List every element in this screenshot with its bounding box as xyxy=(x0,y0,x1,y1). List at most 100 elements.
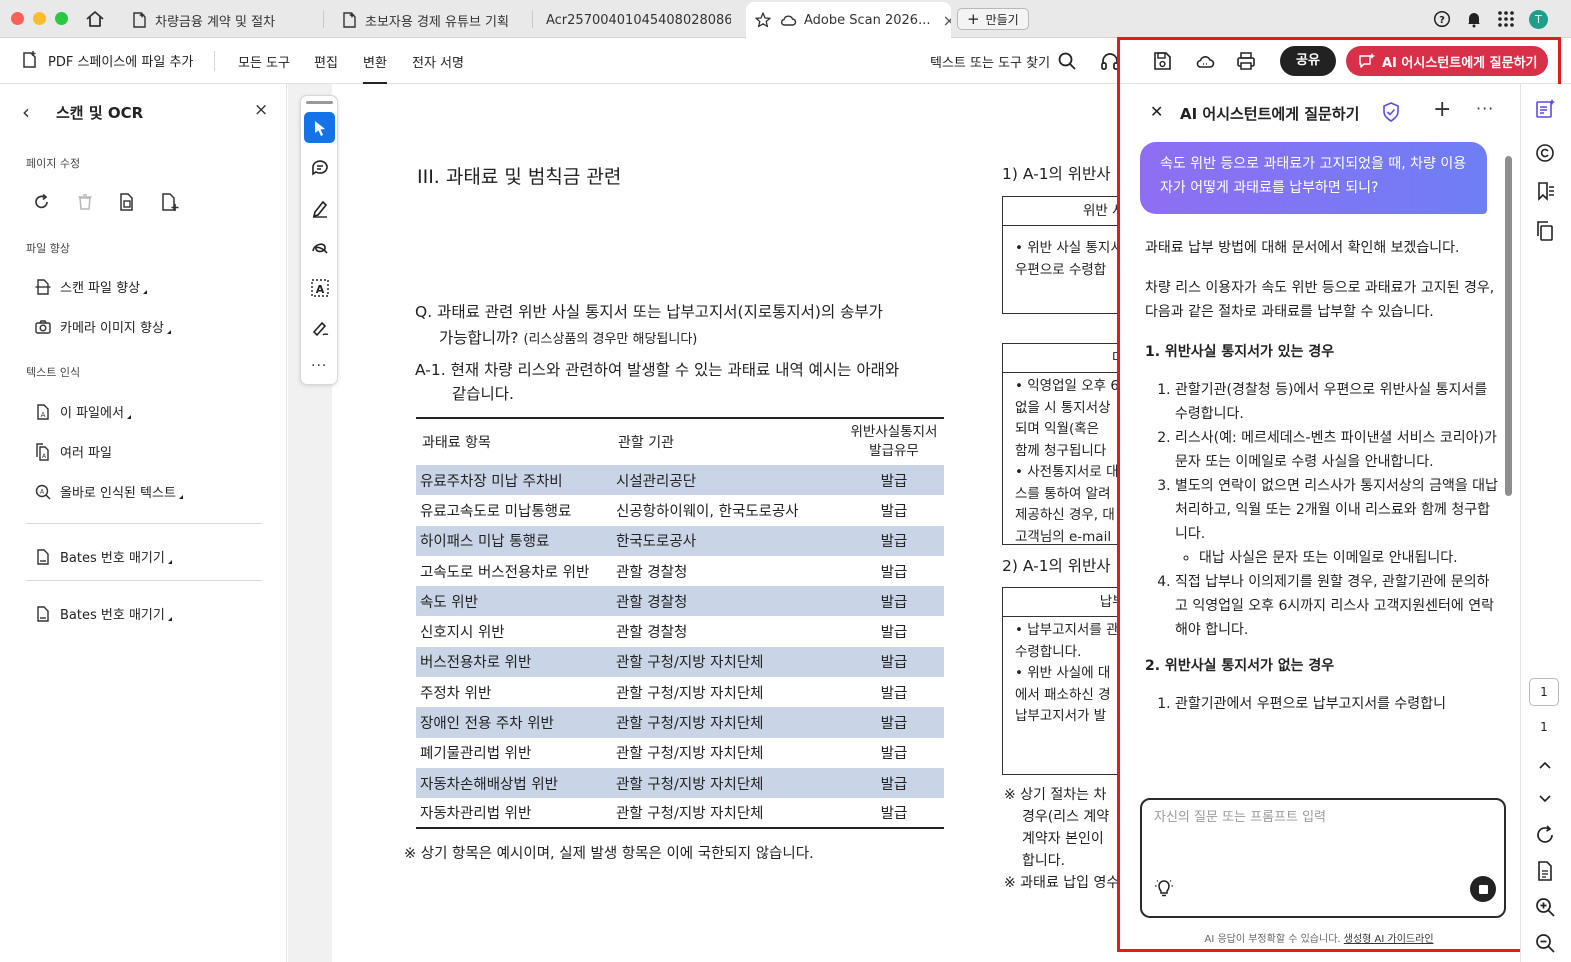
copy-pages-icon[interactable] xyxy=(1534,220,1556,242)
table-cell-issued: 발급 xyxy=(880,805,908,822)
enhance-scan-button[interactable]: 스캔 파일 향상 xyxy=(34,277,148,296)
table-footnote: ※ 상기 항목은 예시이며, 실제 발생 항목은 이에 국한되지 않습니다. xyxy=(404,846,814,862)
bates-numbering-button-2[interactable]: Bates 번호 매기기 xyxy=(34,604,172,623)
tab-economy-youtube[interactable]: 초보자용 경제 유튜브 기획 xyxy=(340,4,530,36)
maximize-window-button[interactable] xyxy=(55,12,68,25)
current-page-input[interactable]: 1 xyxy=(1529,678,1559,706)
table-cell-agency: 관할 구청/지방 자치단체 xyxy=(616,805,764,822)
genai-guidelines-link[interactable]: 생성형 AI 가이드라인 xyxy=(1344,934,1434,945)
select-tool-button[interactable] xyxy=(304,112,335,143)
find-tools-search[interactable]: 텍스트 또는 도구 찾기 xyxy=(930,52,1050,71)
print-icon[interactable] xyxy=(1235,50,1257,72)
table-cell-agency: 관할 경찰청 xyxy=(616,594,688,611)
response-step: 관할기관에서 우편으로 납부고지서를 수령합니 xyxy=(1175,692,1500,716)
table-row: 버스전용차로 위반 관할 구청/지방 자치단체 발급 xyxy=(416,646,944,678)
table-cell-agency: 관할 구청/지방 자치단체 xyxy=(616,716,764,733)
enhance-camera-button[interactable]: 카메라 이미지 향상 xyxy=(34,317,171,336)
table-cell-item: 폐기물관리법 위반 xyxy=(420,746,532,763)
bookmark-icon[interactable] xyxy=(1534,180,1556,202)
share-button[interactable]: 공유 xyxy=(1280,46,1336,76)
new-chat-icon[interactable]: + xyxy=(1433,97,1451,122)
response-step-text: 별도의 연락이 없으면 리스사가 통지서상의 금액을 대납 처리하고, 익월 또… xyxy=(1175,478,1498,542)
page-thumbnail-icon[interactable] xyxy=(1534,860,1556,882)
close-panel-icon[interactable]: × xyxy=(254,100,268,120)
save-icon[interactable] xyxy=(1151,50,1173,72)
box-text-line: 제공하신 경우, 대 xyxy=(1015,507,1115,523)
caret-icon xyxy=(143,289,148,294)
recognize-multiple-files-button[interactable]: A 여러 파일 xyxy=(34,442,112,461)
table-row: 하이패스 미납 통행료 한국도로공사 발급 xyxy=(416,525,944,556)
chevron-up-icon[interactable] xyxy=(1534,754,1556,776)
tab-adobe-scan[interactable]: Adobe Scan 2026... × xyxy=(746,2,951,38)
search-icon[interactable] xyxy=(1056,50,1078,72)
total-pages: 1 xyxy=(1540,720,1548,734)
box-text-line: 납부고지서가 발 xyxy=(1015,708,1107,724)
star-icon[interactable] xyxy=(754,11,772,29)
menu-all-tools[interactable]: 모든 도구 xyxy=(238,52,290,71)
tab-vehicle-finance[interactable]: 차량금융 계약 및 절차 xyxy=(130,4,315,36)
bell-icon[interactable] xyxy=(1465,10,1483,28)
bates-numbering-button-1[interactable]: Bates 번호 매기기 xyxy=(34,547,172,566)
close-ai-panel-icon[interactable]: ✕ xyxy=(1150,102,1163,121)
refresh-icon[interactable] xyxy=(1534,824,1556,846)
tab-label: 차량금융 계약 및 절차 xyxy=(155,14,276,30)
drag-handle[interactable] xyxy=(306,101,333,104)
prompt-input[interactable] xyxy=(1154,810,1484,825)
document-ai-icon xyxy=(343,12,356,28)
note-line: ※ 상기 절차는 차 xyxy=(1004,787,1107,803)
document-viewer[interactable]: III. 과태료 및 범칙금 관련 Q. 과태료 관련 위반 사실 통지서 또는… xyxy=(288,84,1118,962)
box-text-line: 되며 익월(혹은 xyxy=(1015,421,1100,437)
ai-document-icon[interactable] xyxy=(1534,98,1556,120)
cloud-upload-icon[interactable] xyxy=(1194,50,1216,72)
shield-check-icon[interactable] xyxy=(1382,102,1400,122)
insert-page-icon[interactable] xyxy=(160,192,180,212)
headphones-icon[interactable] xyxy=(1099,50,1121,72)
section-file-enhance: 파일 향상 xyxy=(26,242,70,255)
recognize-in-this-file-button[interactable]: A 이 파일에서 xyxy=(34,402,131,421)
text-select-tool-button[interactable]: A xyxy=(304,272,335,303)
tab-acr-file[interactable]: Acr257004010454080280867.t... xyxy=(546,4,731,36)
menu-edit[interactable]: 편집 xyxy=(314,52,338,71)
back-arrow-icon[interactable]: ‹ xyxy=(22,100,30,124)
close-window-button[interactable] xyxy=(11,12,24,25)
new-tab-button[interactable]: + 만들기 xyxy=(957,8,1029,30)
apps-grid-icon[interactable] xyxy=(1497,10,1515,28)
minimize-window-button[interactable] xyxy=(33,12,46,25)
zoom-out-icon[interactable] xyxy=(1534,932,1556,954)
ask-ai-assistant-button[interactable]: AI 어시스턴트에게 질문하기 xyxy=(1346,46,1548,76)
correct-recognized-text-button[interactable]: A 올바로 인식된 텍스트 xyxy=(34,482,183,501)
draw-tool-button[interactable] xyxy=(304,232,335,263)
table-row: 자동차관리법 위반 관할 구청/지방 자치단체 발급 xyxy=(416,798,944,829)
lightbulb-icon[interactable] xyxy=(1154,878,1174,898)
stop-generating-button[interactable] xyxy=(1470,876,1496,902)
bates-number-icon xyxy=(37,605,49,622)
note-line: ※ 과태료 납입 영수 xyxy=(1004,875,1118,891)
menu-convert[interactable]: 변환 xyxy=(363,52,387,84)
panel-title: 스캔 및 OCR xyxy=(56,104,144,122)
box-text-line: 우편으로 수령합 xyxy=(1015,261,1107,278)
home-icon[interactable] xyxy=(84,8,106,30)
browser-tab-bar: 차량금융 계약 및 절차 초보자용 경제 유튜브 기획 Acr257004010… xyxy=(0,0,1571,38)
svg-text:A: A xyxy=(40,488,45,495)
sign-tool-button[interactable] xyxy=(304,312,335,343)
tab-label: Acr257004010454080280867.t... xyxy=(546,12,731,28)
menu-e-sign[interactable]: 전자 서명 xyxy=(412,52,464,71)
more-tools-icon[interactable]: ··· xyxy=(311,358,327,374)
extract-page-icon[interactable] xyxy=(117,192,137,212)
more-options-icon[interactable]: ··· xyxy=(1476,99,1494,118)
close-tab-icon[interactable]: × xyxy=(942,11,951,30)
rotate-icon[interactable] xyxy=(32,192,52,212)
add-file-to-pdf-space-button[interactable]: PDF 스페이스에 파일 추가 xyxy=(20,50,193,70)
zoom-in-icon[interactable] xyxy=(1534,896,1556,918)
table-cell-agency: 관할 구청/지방 자치단체 xyxy=(616,776,764,793)
response-section-title: 1. 위반사실 통지서가 있는 경우 xyxy=(1145,344,1335,360)
help-icon[interactable]: ? xyxy=(1433,10,1451,28)
ai-panel-scrollbar[interactable] xyxy=(1505,156,1512,496)
comments-icon[interactable] xyxy=(1534,142,1556,164)
avatar[interactable]: T xyxy=(1529,10,1548,29)
comment-tool-button[interactable] xyxy=(304,152,335,183)
highlight-tool-button[interactable] xyxy=(304,192,335,223)
box-text-line: • 위반 사실 통지서 xyxy=(1015,240,1118,256)
table-cell-issued: 발급 xyxy=(880,625,908,642)
chevron-down-icon[interactable] xyxy=(1534,787,1556,809)
